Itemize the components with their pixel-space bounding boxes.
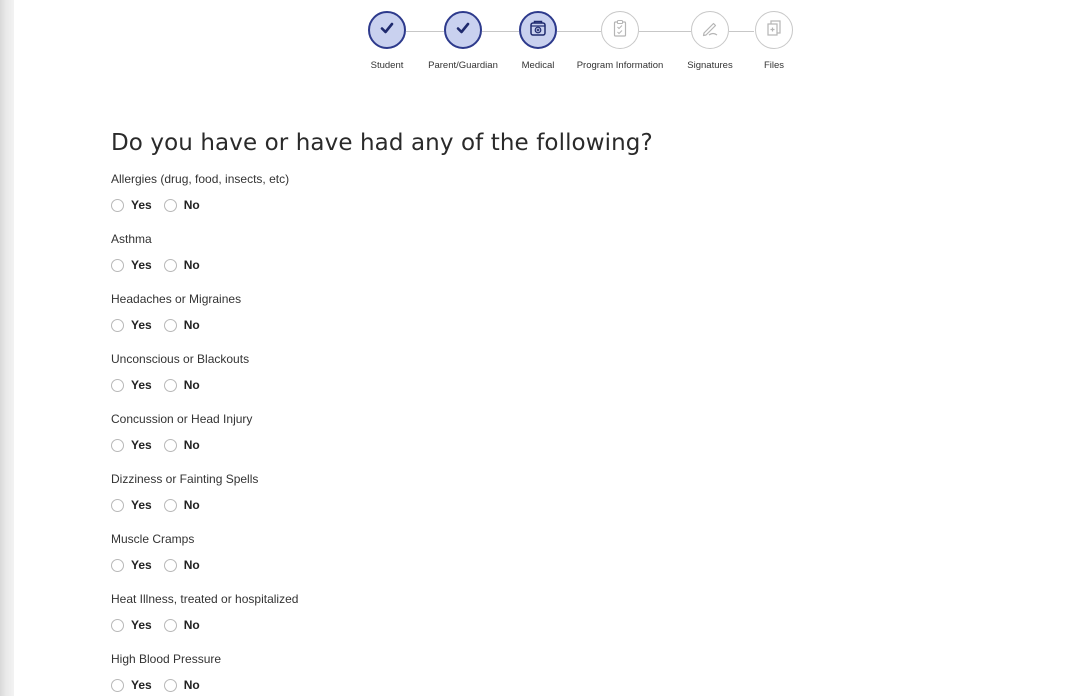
yes-radio[interactable] (111, 558, 124, 572)
question-asthma: Asthma Yes No (111, 231, 711, 273)
yes-radio[interactable] (111, 498, 124, 512)
question-label: Heat Illness, treated or hospitalized (111, 592, 299, 606)
progress-stepper: Student Parent/Guardian Medical Program … (14, 11, 1073, 81)
step-circle (601, 11, 639, 49)
yes-label: Yes (131, 558, 152, 572)
no-option[interactable]: No (163, 438, 200, 452)
no-option[interactable]: No (163, 618, 200, 632)
question-label: Asthma (111, 232, 152, 246)
no-label: No (183, 618, 200, 632)
no-label: No (183, 198, 200, 212)
question-label: Concussion or Head Injury (111, 412, 253, 426)
no-label: No (183, 678, 200, 692)
no-radio[interactable] (163, 558, 177, 572)
yes-radio[interactable] (111, 258, 124, 272)
no-label: No (183, 438, 200, 452)
yes-label: Yes (131, 678, 152, 692)
question-label: High Blood Pressure (111, 652, 222, 666)
step-label: Files (763, 60, 785, 71)
clipboard-icon (610, 18, 630, 43)
form-title: Do you have or have had any of the follo… (111, 130, 653, 156)
yes-no-options: Yes No (111, 677, 711, 693)
yes-no-options: Yes No (111, 497, 711, 513)
yes-label: Yes (131, 258, 152, 272)
yes-label: Yes (131, 498, 152, 512)
question-heat-illness: Heat Illness, treated or hospitalized Ye… (111, 591, 711, 633)
add-file-icon (764, 18, 784, 43)
no-radio[interactable] (163, 678, 177, 692)
no-label: No (183, 498, 200, 512)
yes-no-options: Yes No (111, 437, 711, 453)
question-allergies: Allergies (drug, food, insects, etc) Yes… (111, 171, 711, 213)
yes-radio[interactable] (111, 378, 124, 392)
no-option[interactable]: No (163, 678, 200, 692)
question-concussion: Concussion or Head Injury Yes No (111, 411, 711, 453)
question-label: Muscle Cramps (111, 532, 195, 546)
no-option[interactable]: No (163, 378, 200, 392)
no-option[interactable]: No (163, 558, 200, 572)
yes-no-options: Yes No (111, 377, 711, 393)
step-circle (519, 11, 557, 49)
step-circle (755, 11, 793, 49)
signature-pen-icon (700, 18, 720, 43)
yes-no-options: Yes No (111, 557, 711, 573)
question-label: Unconscious or Blackouts (111, 352, 250, 366)
no-radio[interactable] (163, 318, 177, 332)
yes-option[interactable]: Yes (111, 378, 152, 392)
no-option[interactable]: No (163, 258, 200, 272)
question-label: Dizziness or Fainting Spells (111, 472, 259, 486)
checkmark-icon (379, 20, 395, 41)
no-radio[interactable] (163, 258, 177, 272)
yes-label: Yes (131, 378, 152, 392)
no-label: No (183, 378, 200, 392)
question-dizziness: Dizziness or Fainting Spells Yes No (111, 471, 711, 513)
step-circle (444, 11, 482, 49)
no-radio[interactable] (163, 198, 177, 212)
yes-radio[interactable] (111, 438, 124, 452)
yes-option[interactable]: Yes (111, 198, 152, 212)
no-label: No (183, 318, 200, 332)
yes-radio[interactable] (111, 678, 124, 692)
yes-no-options: Yes No (111, 317, 711, 333)
medical-kit-icon (528, 18, 548, 43)
no-label: No (183, 558, 200, 572)
question-muscle-cramps: Muscle Cramps Yes No (111, 531, 711, 573)
yes-label: Yes (131, 618, 152, 632)
yes-label: Yes (131, 198, 152, 212)
step-circle (368, 11, 406, 49)
yes-option[interactable]: Yes (111, 498, 152, 512)
yes-no-options: Yes No (111, 257, 711, 273)
yes-radio[interactable] (111, 198, 124, 212)
no-radio[interactable] (163, 378, 177, 392)
question-label: Headaches or Migraines (111, 292, 242, 306)
yes-label: Yes (131, 438, 152, 452)
yes-no-options: Yes No (111, 617, 711, 633)
yes-option[interactable]: Yes (111, 618, 152, 632)
yes-radio[interactable] (111, 618, 124, 632)
no-radio[interactable] (163, 618, 177, 632)
yes-option[interactable]: Yes (111, 558, 152, 572)
yes-radio[interactable] (111, 318, 124, 332)
yes-option[interactable]: Yes (111, 678, 152, 692)
no-option[interactable]: No (163, 198, 200, 212)
yes-option[interactable]: Yes (111, 318, 152, 332)
yes-label: Yes (131, 318, 152, 332)
question-headaches: Headaches or Migraines Yes No (111, 291, 711, 333)
yes-option[interactable]: Yes (111, 438, 152, 452)
question-unconscious: Unconscious or Blackouts Yes No (111, 351, 711, 393)
step-files[interactable]: Files (719, 11, 829, 71)
yes-option[interactable]: Yes (111, 258, 152, 272)
question-high-blood-pressure: High Blood Pressure Yes No (111, 651, 711, 693)
no-option[interactable]: No (163, 498, 200, 512)
checkmark-icon (455, 20, 471, 41)
page-container: Student Parent/Guardian Medical Program … (14, 0, 1073, 696)
yes-no-options: Yes No (111, 197, 711, 213)
question-label: Allergies (drug, food, insects, etc) (111, 172, 290, 186)
no-radio[interactable] (163, 498, 177, 512)
no-radio[interactable] (163, 438, 177, 452)
no-label: No (183, 258, 200, 272)
no-option[interactable]: No (163, 318, 200, 332)
